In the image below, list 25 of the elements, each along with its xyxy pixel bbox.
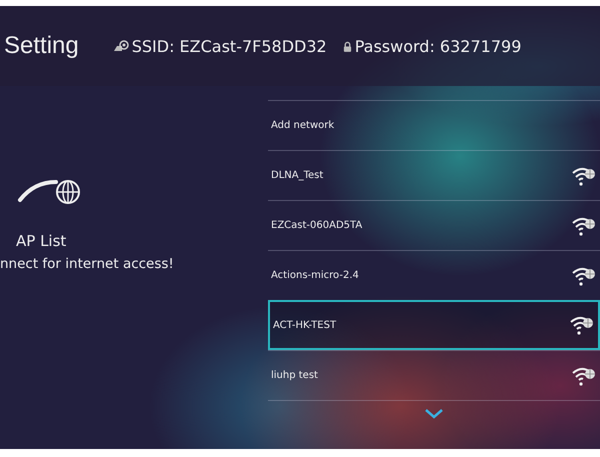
wifi-globe-icon (572, 266, 596, 286)
wifi-globe-icon (572, 216, 596, 236)
network-name: DLNA_Test (271, 170, 324, 181)
wifi-globe-icon (570, 315, 594, 335)
network-row[interactable]: EZCast-060AD5TA (268, 200, 600, 250)
ap-caption: nnect for internet access! (0, 256, 174, 272)
chevron-down-icon[interactable] (424, 409, 444, 419)
wifi-globe-icon (572, 166, 596, 186)
ap-list-title: AP List (16, 232, 66, 250)
network-name: Actions-micro-2.4 (271, 270, 359, 281)
page-title: Setting (4, 32, 79, 60)
network-name: Add network (271, 120, 334, 131)
network-row[interactable]: ACT-HK-TEST (268, 300, 600, 350)
lock-icon (342, 40, 352, 52)
password-label: Password: 63271799 (354, 36, 522, 56)
network-row[interactable]: Actions-micro-2.4 (268, 250, 600, 300)
wifi-globe-icon (572, 366, 596, 386)
network-name: liuhp test (271, 370, 318, 381)
network-row[interactable]: Add network (268, 100, 600, 150)
network-row[interactable]: liuhp test (268, 350, 600, 400)
network-name: EZCast-060AD5TA (271, 220, 362, 231)
network-name: ACT-HK-TEST (273, 320, 336, 330)
network-row[interactable]: DLNA_Test (268, 150, 600, 200)
hotspot-icon (112, 40, 129, 52)
ssid-label: SSID: EZCast-7F58DD32 (132, 36, 327, 56)
